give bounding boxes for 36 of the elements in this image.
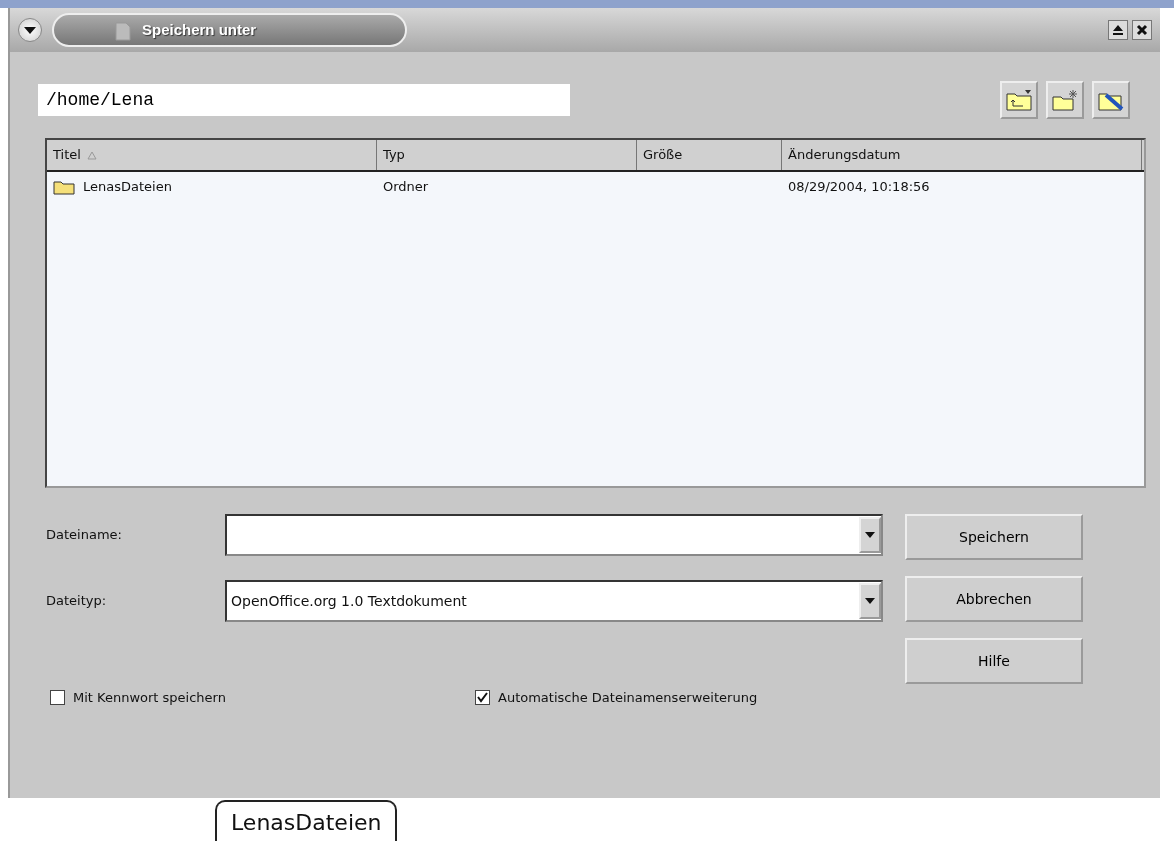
folder-icon [53, 179, 75, 195]
table-cell-text: 08/29/2004, 10:18:56 [788, 178, 930, 197]
dropdown-field[interactable] [225, 514, 883, 556]
up-folder-button[interactable] [1000, 81, 1038, 119]
checkbox[interactable] [50, 690, 65, 706]
table-cell-text: Ordner [383, 178, 429, 197]
column-header[interactable]: Typ [377, 140, 637, 170]
column-header[interactable]: Titel [47, 140, 377, 170]
dropdown-arrow-icon [865, 597, 875, 605]
new-folder-icon [1052, 89, 1078, 111]
column-header[interactable]: Größe [637, 140, 782, 170]
file-name[interactable]: LenasDateien [83, 177, 172, 197]
options-button[interactable] [1092, 81, 1130, 119]
column-header[interactable]: Änderungsdatum [782, 140, 1142, 170]
dialog-button[interactable]: Abbrechen [905, 576, 1083, 622]
folder-up-icon [1006, 89, 1032, 111]
checkbox[interactable] [475, 690, 490, 706]
close-button[interactable] [1132, 20, 1152, 40]
drag-label: LenasDateien [215, 800, 398, 841]
window-title: Speichern unter [142, 19, 257, 40]
dialog-button[interactable]: Speichern [905, 514, 1083, 560]
new-folder-button[interactable] [1046, 81, 1084, 119]
dropdown-field[interactable]: OpenOffice.org 1.0 Textdokument [225, 580, 883, 622]
eject-icon [1112, 24, 1124, 36]
dropdown-arrow-icon [865, 531, 875, 539]
field-label: Dateiname: [45, 526, 123, 545]
shade-button[interactable] [1108, 20, 1128, 40]
caret-icon [23, 25, 37, 35]
path-field[interactable]: /home/Lena [38, 84, 570, 116]
sort-icon [86, 150, 97, 160]
close-icon [1136, 24, 1148, 36]
window-menu-button[interactable] [18, 18, 42, 42]
field-label: Dateityp: [45, 592, 108, 611]
checkbox-label: Automatische Dateinamenserweiterung [498, 689, 758, 707]
dialog-button[interactable]: Hilfe [905, 638, 1083, 684]
checkbox-label: Mit Kennwort speichern [73, 689, 226, 707]
